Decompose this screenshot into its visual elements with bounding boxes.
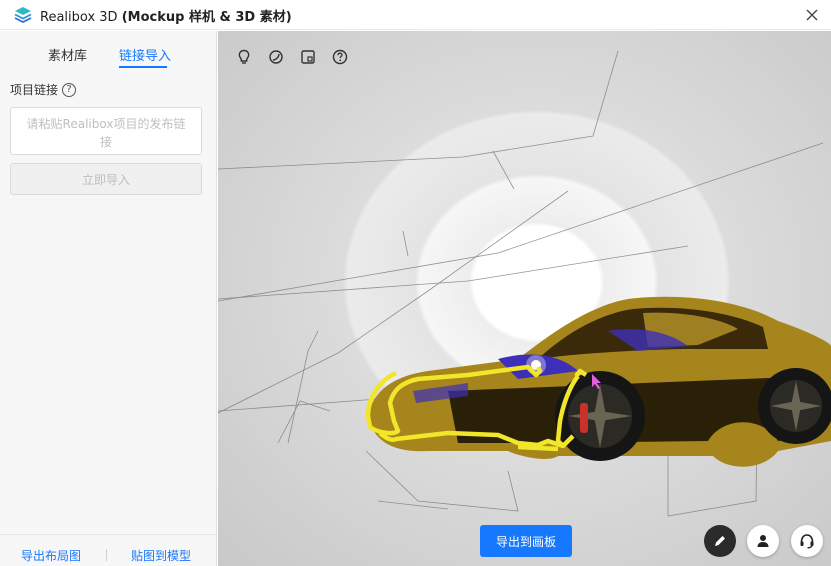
realibox-logo-icon — [14, 7, 32, 24]
help-icon[interactable]: ? — [62, 82, 77, 97]
left-bottom-bar: 导出布局图 贴图到模型 — [0, 534, 217, 566]
project-link-label-text: 项目链接 — [10, 83, 59, 97]
apply-texture-link[interactable]: 贴图到模型 — [131, 547, 191, 564]
app-title: Realibox 3D (Mockup 样机 & 3D 素材) — [40, 6, 292, 25]
layout-icon — [301, 50, 315, 64]
edit-button[interactable] — [704, 525, 736, 557]
viewport-toolbar — [234, 47, 350, 67]
layout-button[interactable] — [298, 47, 318, 67]
tab-material-library[interactable]: 素材库 — [48, 45, 87, 64]
project-link-input[interactable] — [10, 107, 202, 155]
app-name: Realibox 3D — [40, 10, 118, 25]
viewport-help-button[interactable] — [330, 47, 350, 67]
scene-render — [218, 50, 831, 517]
title-bar: Realibox 3D (Mockup 样机 & 3D 素材) — [0, 0, 831, 30]
panel-tabs: 素材库 链接导入 — [0, 31, 217, 71]
help-icon — [332, 49, 348, 65]
export-to-canvas-button[interactable]: 导出到画板 — [480, 525, 572, 557]
lighting-button[interactable] — [234, 47, 254, 67]
car-model — [368, 296, 831, 467]
export-layout-link[interactable]: 导出布局图 — [21, 547, 81, 564]
3d-viewport[interactable]: 导出到画板 — [218, 31, 831, 566]
active-tab-indicator — [119, 66, 167, 68]
close-button[interactable] — [801, 4, 823, 26]
app-subtitle: (Mockup 样机 & 3D 素材) — [121, 10, 292, 25]
material-button[interactable] — [266, 47, 286, 67]
user-icon — [757, 535, 769, 547]
lightbulb-icon — [238, 49, 250, 64]
pen-icon — [715, 536, 725, 546]
left-panel: 素材库 链接导入 项目链接 ? 立即导入 导出布局图 贴图到模型 — [0, 31, 217, 566]
tab-link-import[interactable]: 链接导入 — [119, 45, 171, 64]
project-link-label: 项目链接 ? — [10, 81, 77, 98]
support-button[interactable] — [791, 525, 823, 557]
close-icon — [806, 9, 818, 21]
account-button[interactable] — [747, 525, 779, 557]
import-now-button[interactable]: 立即导入 — [10, 163, 202, 195]
material-icon — [269, 50, 283, 64]
headset-icon — [800, 534, 814, 549]
bottom-divider — [106, 549, 107, 561]
